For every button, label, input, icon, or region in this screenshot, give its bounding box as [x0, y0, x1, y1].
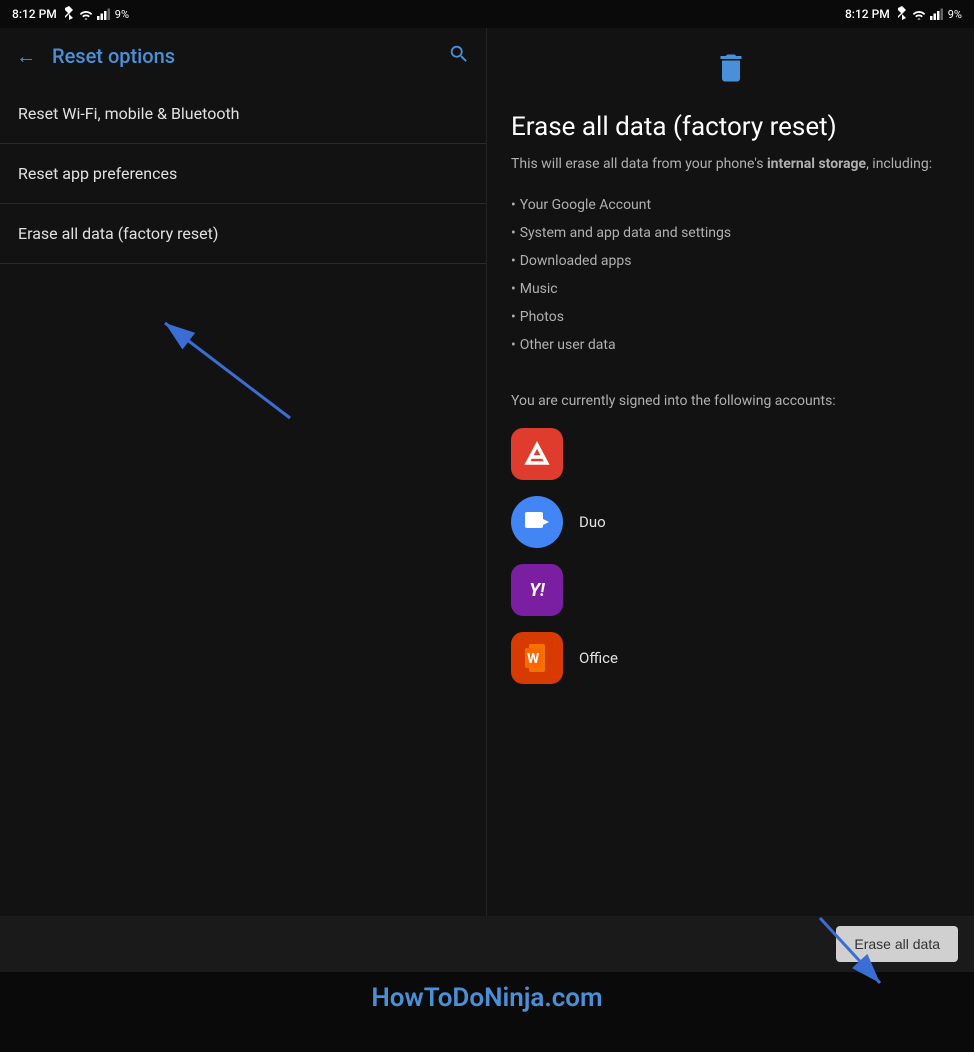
left-panel: ← Reset options Reset Wi-Fi, mobile & Bl… — [0, 28, 487, 916]
menu-item-app-prefs[interactable]: Reset app preferences — [0, 144, 486, 204]
main-content: ← Reset options Reset Wi-Fi, mobile & Bl… — [0, 28, 974, 916]
app-row-duo: Duo — [511, 496, 950, 548]
search-icon[interactable] — [448, 43, 470, 70]
trash-icon — [713, 48, 749, 96]
office-icon: W — [511, 632, 563, 684]
right-panel: Erase all data (factory reset) This will… — [487, 28, 974, 916]
signal-icon — [97, 5, 111, 24]
status-time-left: 8:12 PM — [12, 7, 57, 21]
wifi-icon — [79, 5, 93, 24]
status-icons-right: 9% — [896, 5, 962, 24]
office-label: Office — [579, 649, 618, 667]
top-bar: ← Reset options — [0, 28, 486, 84]
status-bar-left: 8:12 PM ​ 9% — [0, 0, 487, 28]
website-text: HowToDoNinja.com — [371, 983, 602, 1013]
duo-label: Duo — [579, 513, 606, 531]
back-button[interactable]: ← — [16, 44, 36, 69]
wifi-icon-right — [912, 5, 926, 24]
bluetooth-icon-right — [896, 5, 908, 24]
adobe-icon — [511, 428, 563, 480]
bullet-item-music: Music — [511, 275, 950, 303]
status-time-right: 8:12 PM — [845, 7, 890, 21]
bullet-item-apps: Downloaded apps — [511, 247, 950, 275]
screen-title: Reset options — [52, 44, 448, 68]
duo-icon — [511, 496, 563, 548]
status-bar-right: 8:12 PM 9% — [487, 0, 974, 28]
svg-text:W: W — [527, 651, 540, 667]
website-footer: HowToDoNinja.com — [0, 972, 974, 1024]
bluetooth-icon: ​ — [63, 6, 75, 23]
battery-right: 9% — [948, 8, 962, 21]
app-row-yahoo: Y! — [511, 564, 950, 616]
app-row-office: W Office — [511, 632, 950, 684]
app-row-adobe — [511, 428, 950, 480]
signal-icon-right — [930, 5, 944, 24]
bottom-bar: Erase all data — [0, 916, 974, 972]
app-icons-list: Duo Y! W Office — [511, 428, 950, 684]
battery-left: 9% — [115, 8, 129, 21]
trash-icon-container — [511, 48, 950, 96]
accounts-text: You are currently signed into the follow… — [511, 391, 950, 412]
bullet-item-userdata: Other user data — [511, 331, 950, 359]
bullet-item-google: Your Google Account — [511, 191, 950, 219]
bullet-item-system: System and app data and settings — [511, 219, 950, 247]
bullet-list: Your Google Account System and app data … — [511, 191, 950, 359]
bullet-item-photos: Photos — [511, 303, 950, 331]
menu-item-wifi[interactable]: Reset Wi-Fi, mobile & Bluetooth — [0, 84, 486, 144]
status-icons-left: ​ 9% — [63, 5, 129, 24]
erase-description: This will erase all data from your phone… — [511, 154, 950, 175]
erase-title: Erase all data (factory reset) — [511, 112, 950, 142]
status-bar: 8:12 PM ​ 9% 8:12 PM 9% — [0, 0, 974, 28]
erase-all-button[interactable]: Erase all data — [836, 926, 958, 962]
menu-item-factory-reset[interactable]: Erase all data (factory reset) — [0, 204, 486, 264]
yahoo-icon: Y! — [511, 564, 563, 616]
